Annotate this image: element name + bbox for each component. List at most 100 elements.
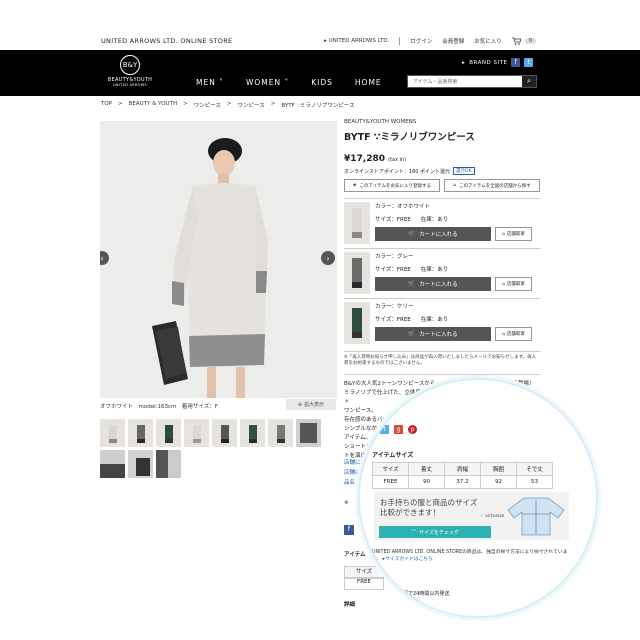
thumbnail[interactable]: [212, 419, 237, 447]
nav-women[interactable]: WOMEN ˅: [246, 78, 289, 87]
restock-note: ※「再入荷時お知らせ申し込み」は商品が再入荷いたしましたらメールでお知らせします…: [344, 351, 540, 368]
store-name[interactable]: UNITED ARROWS LTD. ONLINE STORE: [101, 37, 232, 45]
thumbnail[interactable]: [296, 419, 321, 447]
breadcrumb-category[interactable]: ワンピース: [194, 101, 221, 109]
breadcrumb-current: BYTF ∵ミラノリブワンピース: [281, 103, 355, 109]
nav-men[interactable]: MEN ˅: [196, 78, 224, 87]
size-check-button[interactable]: ⌒ サイズをチェック: [379, 526, 491, 538]
cart-button[interactable]: 0: [511, 37, 536, 45]
brand-site-label: BRAND SITE: [469, 59, 508, 66]
thumbnail[interactable]: [268, 419, 293, 447]
facebook-icon[interactable]: f: [344, 525, 354, 535]
store-order-button[interactable]: ⌂ 店舗取寄: [495, 277, 532, 291]
table-cell: 37.2: [444, 475, 481, 489]
variant-list: カラー：オフホワイト サイズ：FREE 在庫：あり 🛒 カートに入れる ⌂ 店舗取寄 …: [344, 198, 540, 348]
points-text: オンラインストアポイント：160 ポイント還元: [344, 168, 451, 175]
add-to-cart-button[interactable]: 🛒 カートに入れる: [375, 227, 491, 241]
table-cell: FREE: [372, 475, 409, 489]
variant-row: カラー：グレー サイズ：FREE 在庫：あり 🛒 カートに入れる ⌂ 店舗取寄: [344, 248, 540, 298]
find-store-button[interactable]: ⌂ このアイテムを全国の店舗から探す: [444, 179, 540, 192]
store-label: 店舗取寄: [506, 232, 525, 237]
add-to-cart-button[interactable]: 🛒 カートに入れる: [375, 277, 491, 291]
store-link-fragment[interactable]: 店舗に: [344, 458, 361, 466]
size-section-title: アイテムサイズ: [372, 452, 414, 459]
table-header: 肩幅: [444, 462, 481, 476]
variant-stock: 在庫：あり: [420, 217, 449, 223]
variant-thumbnail[interactable]: [344, 202, 370, 244]
top-link-favorites[interactable]: お気に入り: [474, 37, 502, 45]
magnifier-overlay: t g p アイテムサイズ サイズ 着丈 肩幅 胸囲 そで丈 FREE 90 3…: [358, 378, 598, 618]
top-bar: UNITED ARROWS LTD. ONLINE STORE ▸ UNITED…: [0, 34, 640, 50]
breadcrumb-sep: >: [226, 101, 232, 107]
top-link-company[interactable]: ▸ UNITED ARROWS LTD.: [324, 38, 389, 44]
thumbnail[interactable]: [184, 419, 209, 447]
garment-outline-icon: [507, 497, 565, 536]
product-name: BYTF ∵ミラノリブワンピース: [344, 132, 475, 143]
store-order-button[interactable]: ⌂ 店舗取寄: [495, 327, 532, 341]
size-check-label: サイズをチェック: [419, 529, 459, 536]
thumbnail[interactable]: [156, 419, 181, 447]
thumbnail[interactable]: [100, 450, 125, 478]
variant-info: カラー：グレー サイズ：FREE 在庫：あり 🛒 カートに入れる ⌂ 店舗取寄: [375, 252, 540, 295]
table-header: そで丈: [516, 462, 553, 476]
check-icon: ✓: [480, 514, 484, 519]
variant-row: カラー：オフホワイト サイズ：FREE 在庫：あり 🛒 カートに入れる ⌂ 店舗取寄: [344, 198, 540, 248]
logo-subtext: UNITED ARROWS: [113, 83, 147, 87]
brand-site-link[interactable]: ▸ BRAND SITE f t: [462, 58, 534, 67]
zoom-icon: ⊕: [297, 401, 303, 408]
chevron-down-icon: ˅: [281, 78, 290, 87]
divider: [399, 37, 401, 45]
table-header: 着丈: [408, 462, 445, 476]
chevron-left-icon: ‹: [100, 253, 104, 263]
virtusize-logo: ✓ virtusize: [480, 514, 505, 519]
table-header: 胸囲: [480, 462, 517, 476]
fit-line: 比較ができます！: [380, 508, 440, 518]
cart-label: カートに入れる: [419, 282, 458, 288]
twitter-icon[interactable]: t: [380, 425, 389, 434]
cart-icon: 🛒: [408, 281, 416, 287]
top-link-register[interactable]: 会員登録: [442, 37, 464, 45]
breadcrumb-subcategory[interactable]: ワンピース: [238, 101, 265, 109]
brand-logo[interactable]: B&Y BEAUTY&YOUTH UNITED ARROWS: [100, 55, 160, 87]
add-favorite-button[interactable]: ◈ このアイテムをお気に入り登録する: [344, 179, 440, 192]
measurement-note: UNITED ARROWS LTD. ONLINE STOREの商品は、独自の採…: [372, 550, 572, 563]
product-main-image[interactable]: ‹ ›: [100, 121, 337, 398]
table-cell: 92: [480, 475, 517, 489]
variant-thumbnail[interactable]: [344, 302, 370, 344]
breadcrumb-brand[interactable]: BEAUTY & YOUTH: [129, 101, 177, 109]
table-row: FREE 90 37.2 92 53: [372, 475, 553, 489]
thumbnail[interactable]: [156, 450, 181, 478]
logo-mark: B&Y: [120, 55, 140, 75]
store-order-button[interactable]: ⌂ 店舗取寄: [495, 227, 532, 241]
variant-size: サイズ：FREE: [375, 317, 411, 323]
top-links: ▸ UNITED ARROWS LTD. ログイン 会員登録 お気に入り 0: [324, 37, 536, 45]
next-image-button[interactable]: ›: [321, 251, 335, 265]
variant-color: カラー：オフホワイト: [375, 204, 431, 210]
thumbnail[interactable]: [240, 419, 265, 447]
facebook-icon[interactable]: f: [511, 58, 521, 67]
search-button[interactable]: ⌕: [522, 76, 536, 87]
pinterest-icon[interactable]: p: [408, 425, 417, 434]
fav-label: このアイテムをお気に入り登録する: [359, 183, 432, 189]
search-input[interactable]: [408, 76, 522, 87]
share-buttons: t g p: [380, 425, 417, 434]
google-plus-icon[interactable]: g: [394, 425, 403, 434]
details-fragment: 詳細: [344, 602, 356, 608]
store-icon: ⌂: [453, 183, 457, 188]
thumbnail[interactable]: [128, 450, 153, 478]
top-link-login[interactable]: ログイン: [410, 37, 432, 45]
main-nav: MEN ˅ WOMEN ˅ KIDS HOME: [196, 78, 382, 87]
nav-home[interactable]: HOME: [355, 78, 382, 87]
nav-kids[interactable]: KIDS: [311, 78, 333, 87]
size-guide-link[interactable]: サイズガイドはこちら: [385, 557, 433, 562]
thumbnail[interactable]: [100, 419, 125, 447]
product-page: UNITED ARROWS LTD. ONLINE STORE ▸ UNITED…: [0, 0, 640, 640]
twitter-icon[interactable]: t: [524, 58, 534, 67]
brand-label[interactable]: BEAUTY&YOUTH WOMENS: [344, 119, 540, 125]
thumbnail[interactable]: [128, 419, 153, 447]
zoom-button[interactable]: ⊕ 拡大表示: [286, 399, 336, 410]
add-to-cart-button[interactable]: 🛒 カートに入れる: [375, 327, 491, 341]
variant-thumbnail[interactable]: [344, 252, 370, 294]
breadcrumb-top[interactable]: TOP: [101, 101, 112, 109]
item-name-fragment: 品名: [344, 480, 356, 486]
